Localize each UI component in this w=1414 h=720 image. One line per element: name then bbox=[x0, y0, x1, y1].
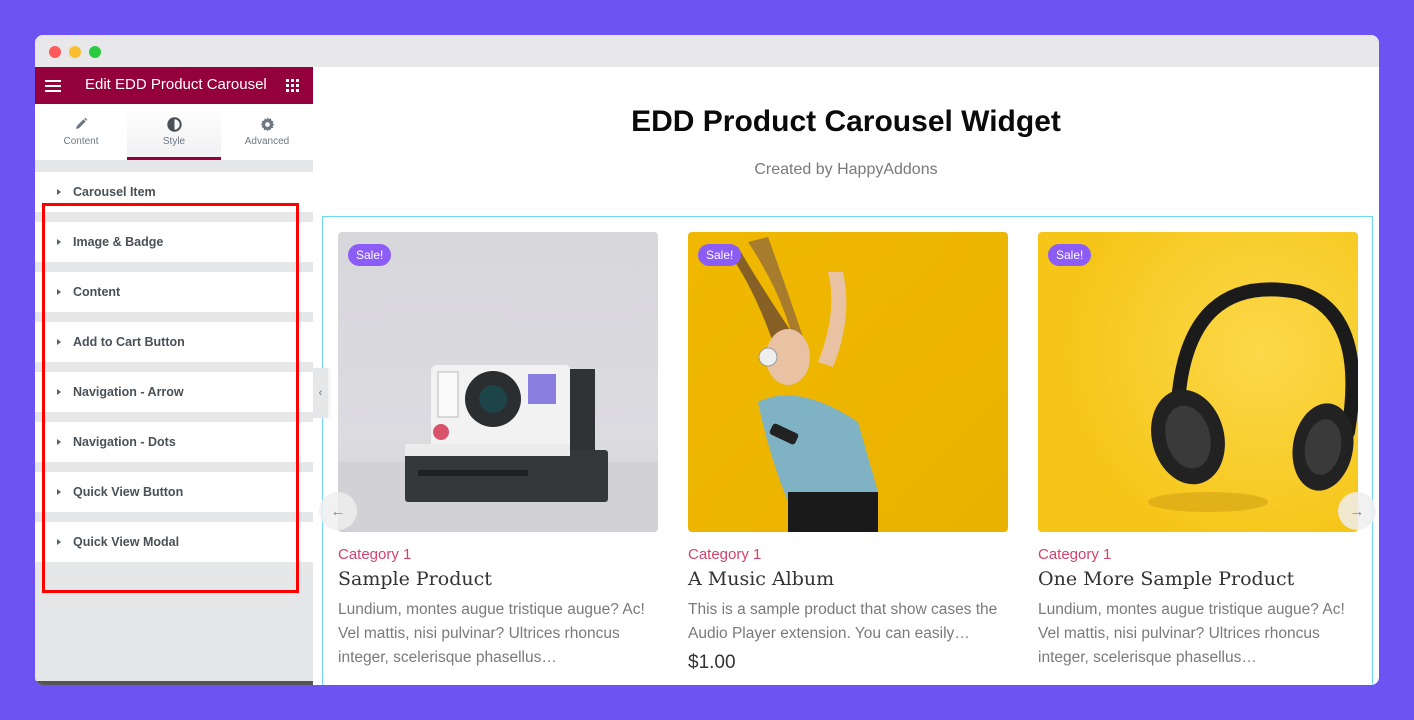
product-card[interactable]: Sale! Category 1 One More Sample Product… bbox=[1038, 232, 1358, 670]
caret-right-icon bbox=[57, 289, 61, 295]
section-carousel-item[interactable]: Carousel Item bbox=[35, 172, 313, 212]
caret-right-icon bbox=[57, 539, 61, 545]
minimize-window-button[interactable] bbox=[69, 46, 81, 58]
sale-badge: Sale! bbox=[698, 244, 742, 266]
panel-header: Edit EDD Product Carousel bbox=[35, 67, 313, 104]
product-price: $1.00 bbox=[688, 652, 736, 673]
product-carousel: Sale! Category 1 Sample Product Lundium,… bbox=[319, 216, 1376, 685]
sale-badge: Sale! bbox=[348, 244, 392, 266]
section-quick-view-button[interactable]: Quick View Button bbox=[35, 472, 313, 512]
caret-right-icon bbox=[57, 189, 61, 195]
caret-right-icon bbox=[57, 489, 61, 495]
carousel-next-button[interactable]: → bbox=[1338, 492, 1376, 530]
section-content[interactable]: Content bbox=[35, 272, 313, 312]
caret-right-icon bbox=[57, 389, 61, 395]
section-label: Quick View Button bbox=[73, 485, 184, 499]
chevron-left-icon: ‹ bbox=[318, 387, 323, 399]
preview-canvas: EDD Product Carousel Widget Created by H… bbox=[313, 67, 1379, 685]
tab-advanced-label: Advanced bbox=[244, 136, 290, 147]
hamburger-icon[interactable] bbox=[45, 80, 61, 92]
product-category[interactable]: Category 1 bbox=[1038, 546, 1358, 563]
tab-style[interactable]: Style bbox=[127, 104, 221, 160]
product-name[interactable]: One More Sample Product bbox=[1038, 568, 1358, 590]
gear-icon bbox=[221, 116, 313, 132]
section-label: Carousel Item bbox=[73, 185, 156, 199]
headphones-illustration bbox=[1148, 282, 1358, 512]
style-sections: Carousel Item Image & Badge Content Add … bbox=[35, 160, 313, 562]
window-titlebar bbox=[35, 35, 1379, 67]
caret-right-icon bbox=[57, 239, 61, 245]
product-card[interactable]: Sale! Category 1 A Music Album This is a… bbox=[688, 232, 1008, 674]
section-label: Content bbox=[73, 285, 121, 299]
product-image-polaroid-camera[interactable]: Sale! bbox=[338, 232, 658, 532]
page-title: EDD Product Carousel Widget bbox=[631, 105, 1061, 138]
music-illustration bbox=[728, 237, 878, 532]
section-label: Navigation - Arrow bbox=[73, 385, 184, 399]
product-image-woman-with-headphones[interactable]: Sale! bbox=[688, 232, 1008, 532]
carousel-prev-button[interactable]: ← bbox=[319, 492, 357, 530]
arrow-left-icon: ← bbox=[330, 502, 346, 520]
section-label: Navigation - Dots bbox=[73, 435, 176, 449]
section-label: Image & Badge bbox=[73, 235, 164, 249]
panel-title: Edit EDD Product Carousel bbox=[85, 76, 267, 93]
panel-collapse-toggle[interactable]: ‹ bbox=[313, 368, 328, 418]
product-name[interactable]: Sample Product bbox=[338, 568, 658, 590]
product-description: This is a sample product that show cases… bbox=[688, 601, 998, 642]
product-description: Lundium, montes augue tristique augue? A… bbox=[1038, 601, 1345, 666]
caret-right-icon bbox=[57, 339, 61, 345]
caret-right-icon bbox=[57, 439, 61, 445]
product-category[interactable]: Category 1 bbox=[338, 546, 658, 563]
section-quick-view-modal[interactable]: Quick View Modal bbox=[35, 522, 313, 562]
camera-illustration bbox=[338, 365, 658, 532]
tab-style-label: Style bbox=[162, 136, 186, 147]
section-add-to-cart-button[interactable]: Add to Cart Button bbox=[35, 322, 313, 362]
grid-icon[interactable] bbox=[286, 79, 299, 92]
tab-content[interactable]: Content bbox=[35, 104, 127, 160]
product-category[interactable]: Category 1 bbox=[688, 546, 1008, 563]
maximize-window-button[interactable] bbox=[89, 46, 101, 58]
section-label: Quick View Modal bbox=[73, 535, 180, 549]
close-window-button[interactable] bbox=[49, 46, 61, 58]
arrow-right-icon: → bbox=[1349, 502, 1365, 520]
pencil-icon bbox=[35, 116, 127, 132]
tab-content-label: Content bbox=[63, 136, 99, 147]
elementor-panel: Edit EDD Product Carousel Content Style bbox=[35, 67, 313, 685]
panel-tabs: Content Style Advanced bbox=[35, 104, 313, 160]
product-name[interactable]: A Music Album bbox=[688, 568, 1008, 590]
page-subtitle: Created by HappyAddons bbox=[754, 161, 938, 178]
product-card[interactable]: Sale! Category 1 Sample Product Lundium,… bbox=[338, 232, 658, 670]
section-label: Add to Cart Button bbox=[73, 335, 185, 349]
section-navigation-dots[interactable]: Navigation - Dots bbox=[35, 422, 313, 462]
product-image-black-headphones[interactable]: Sale! bbox=[1038, 232, 1358, 532]
sale-badge: Sale! bbox=[1048, 244, 1092, 266]
section-navigation-arrow[interactable]: Navigation - Arrow bbox=[35, 372, 313, 412]
tab-advanced[interactable]: Advanced bbox=[221, 104, 313, 160]
contrast-icon bbox=[127, 116, 221, 132]
browser-window: Edit EDD Product Carousel Content Style bbox=[35, 35, 1379, 685]
section-image-badge[interactable]: Image & Badge bbox=[35, 222, 313, 262]
product-description: Lundium, montes augue tristique augue? A… bbox=[338, 601, 645, 666]
